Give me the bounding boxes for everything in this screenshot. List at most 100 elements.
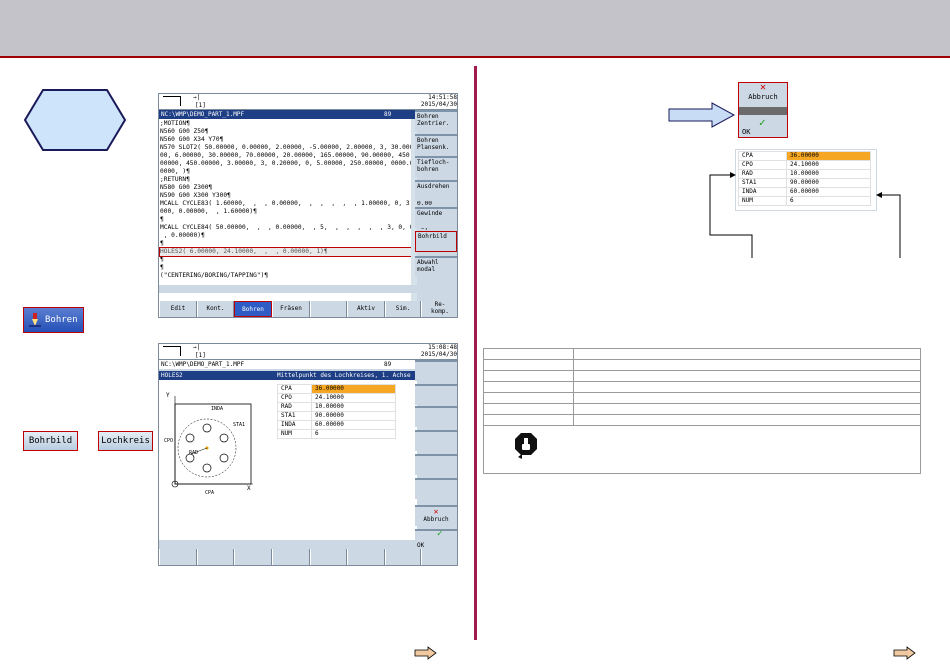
softkey-empty[interactable]	[415, 430, 457, 451]
param-value[interactable]: 60.00000	[311, 420, 396, 430]
param-row[interactable]: STA1 90.00000	[277, 411, 396, 421]
highlight-box	[159, 247, 415, 257]
holes2-screen: →| [1] 15:08:48 2015/04/30 NC:\WMP\DEMO_…	[158, 343, 458, 566]
code-line: ¶	[160, 264, 164, 271]
hsoftkey-empty[interactable]	[385, 549, 421, 565]
ok-button[interactable]: ✓ OK	[739, 116, 787, 138]
screen2-header: →| [1] 15:08:48 2015/04/30	[159, 344, 457, 360]
hsoftkey-fr-sen[interactable]: Fräsen	[272, 301, 310, 317]
hsoftkey-kont-[interactable]: Kont.	[197, 301, 234, 317]
param-row[interactable]: CPA 36.00000	[277, 384, 396, 394]
bohrbild-button[interactable]: Bohrbild	[23, 431, 78, 451]
code-badge: 89	[384, 111, 392, 118]
path-bar-2: NC:\WMP\DEMO_PART_1.MPF 89	[159, 360, 417, 369]
hsoftkey-edit[interactable]: Edit	[159, 301, 197, 317]
hsoftkey-empty[interactable]	[347, 549, 385, 565]
corner-icon	[163, 96, 181, 106]
hsoftkey-bohren[interactable]: Bohren	[234, 301, 272, 317]
param-name: INDA	[277, 420, 312, 430]
file-path: NC:\WMP\DEMO_PART_1.MPF	[161, 111, 245, 118]
param-row[interactable]: CPA 36.00000	[738, 151, 871, 161]
table-row	[483, 370, 921, 382]
time-2: 15:08:48	[428, 344, 457, 351]
abbruch-button[interactable]: ✕ Abbruch	[739, 83, 787, 105]
page-divider	[474, 66, 477, 640]
param-value[interactable]: 36.00000	[311, 384, 396, 394]
cpa-label: CPA	[205, 490, 215, 496]
hsoftkey-empty[interactable]	[310, 301, 347, 317]
screen1-header: →| [1] 14:51:58 2015/04/30	[159, 94, 457, 110]
softkey-empty[interactable]	[415, 360, 457, 381]
hsoftkey-empty[interactable]	[197, 549, 234, 565]
parameter-form: CPA 36.00000 CPO 24.10000 RAD 10.00000 STA1 90.…	[277, 384, 396, 439]
hexagon-shape	[23, 88, 127, 152]
form-area: Y X INDA STA1 CPO RAD CPA CPA 36.00000 CPO…	[159, 380, 417, 540]
param-value[interactable]: 90.00000	[311, 411, 396, 421]
code-line: ;MOTION¶	[160, 120, 190, 127]
param-name: STA1	[277, 411, 312, 421]
softkey-ausdrehen[interactable]: Ausdrehen	[415, 180, 457, 201]
code-line: 000, 0.00000, , 1.60000)¶	[160, 208, 257, 215]
param-name: NUM	[277, 429, 312, 439]
softkey-empty[interactable]	[415, 406, 457, 427]
hsoftkey-re-[interactable]: Re- komp.	[421, 301, 457, 317]
param-row[interactable]: NUM 6	[277, 429, 396, 439]
arrow-icon: →|	[193, 94, 201, 101]
softkey-empty[interactable]	[415, 384, 457, 405]
lochkreis-button[interactable]: Lochkreis	[98, 431, 153, 451]
hsoftkey-aktiv[interactable]: Aktiv	[347, 301, 385, 317]
param-row[interactable]: CPO 24.10000	[277, 393, 396, 403]
hsoftkey-empty[interactable]	[310, 549, 347, 565]
status-strip	[159, 285, 417, 293]
softkey-abwahl[interactable]: Abwahl modal	[415, 256, 457, 277]
table-row	[483, 381, 921, 393]
softkey-bohren[interactable]: Bohren Plansenk.	[415, 134, 457, 155]
next-page-arrow-icon[interactable]	[414, 646, 438, 660]
hand-note-icon	[515, 433, 537, 459]
code-line: N560 G00 X34 Y70¶	[160, 136, 224, 143]
abbruch-label: Abbruch	[748, 93, 778, 101]
param-value[interactable]: 10.00000	[311, 402, 396, 412]
softkey-empty[interactable]	[415, 454, 457, 475]
softkey-empty[interactable]	[415, 478, 457, 499]
connector-lines	[709, 172, 901, 258]
param-row[interactable]: RAD 10.00000	[277, 402, 396, 412]
ok-label: OK	[417, 542, 425, 549]
dialog-gap	[739, 107, 787, 115]
hsoftkey-empty[interactable]	[421, 549, 457, 565]
clock-2: 15:08:48 2015/04/30	[421, 344, 457, 358]
hsoftkey-empty[interactable]	[234, 549, 272, 565]
ok-softkey[interactable]: ✓ OK	[415, 529, 457, 550]
title-bar	[0, 0, 950, 58]
param-name: CPA	[277, 384, 312, 394]
y-axis-label: Y	[166, 392, 170, 399]
abbruch-softkey[interactable]: ✕ Abbruch	[415, 505, 457, 526]
table-row	[483, 425, 921, 474]
code-line: 00, 6.00000, 30.00000, 70.00000, 20.0000…	[160, 152, 414, 159]
cpo-label: CPO	[164, 438, 174, 444]
param-row[interactable]: INDA 60.00000	[277, 420, 396, 430]
cycle-title: HOLES2	[161, 372, 183, 379]
hsoftkey-empty[interactable]	[159, 549, 197, 565]
next-page-arrow-icon-right[interactable]	[893, 646, 917, 660]
param-value[interactable]: 36.00000	[786, 151, 871, 161]
abbruch-ok-dialog: ✕ Abbruch ✓ OK	[738, 82, 788, 138]
title-bar-2: HOLES2 Mittelpunkt des Lochkreises, 1. A…	[159, 371, 417, 380]
softkey-bohrbild[interactable]: Bohrbild	[415, 231, 457, 252]
hsoftkey-sim-[interactable]: Sim.	[385, 301, 421, 317]
softkey-gewinde[interactable]: Gewinde	[415, 207, 457, 228]
code-line: N580 G00 Z300¶	[160, 184, 213, 191]
code-line: ¶	[160, 216, 164, 223]
param-value[interactable]: 6	[311, 429, 396, 439]
code-area[interactable]: ;MOTION¶ N560 G00 Z50¶ N560 G00 X34 Y70¶ N5…	[159, 119, 432, 301]
table-row	[483, 414, 921, 426]
description-table	[483, 348, 921, 474]
bohren-button[interactable]: Bohren	[23, 307, 84, 333]
softkey-tiefloch-[interactable]: Tiefloch- bohren	[415, 156, 457, 177]
sta1-label: STA1	[233, 422, 246, 428]
hsoftkey-empty[interactable]	[272, 549, 310, 565]
table-row	[483, 348, 921, 360]
hole-circle-diagram	[171, 396, 253, 488]
param-value[interactable]: 24.10000	[311, 393, 396, 403]
softkey-bohren[interactable]: Bohren Zentrier.	[415, 110, 457, 131]
